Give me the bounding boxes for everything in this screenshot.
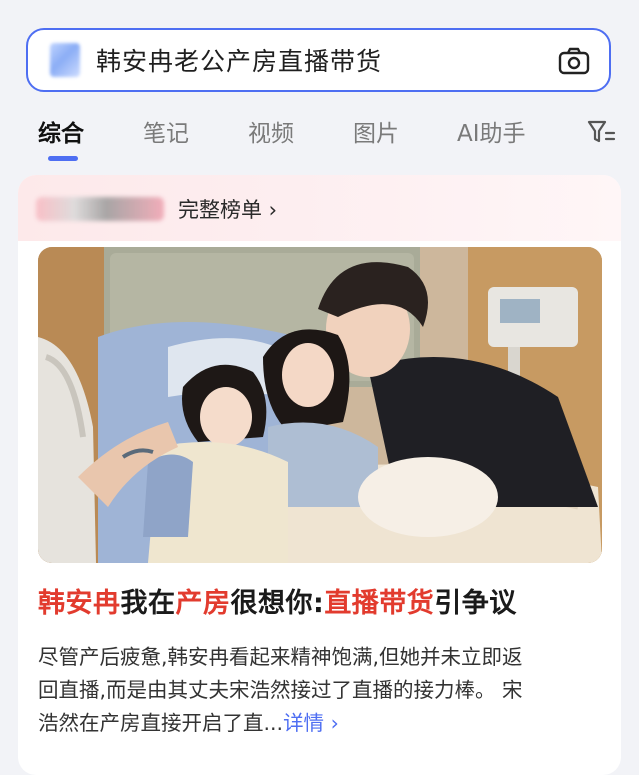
headline-highlight-name: 韩安冉 [38,588,121,619]
summary-line-3-text: 浩然在产房直接开启了直... [38,711,284,735]
search-input[interactable]: 韩安冉老公产房直播带货 [96,42,382,78]
camera-icon[interactable] [557,44,591,78]
search-bar[interactable]: 韩安冉老公产房直播带货 [26,28,611,92]
news-summary: 尽管产后疲惫,韩安冉看起来精神饱满,但她并未立即返 回直播,而是由其丈夫宋浩然接… [38,641,606,740]
search-logo-icon [50,43,80,77]
tab-video[interactable]: 视频 [248,114,294,148]
hot-list-badge [36,197,164,221]
hot-list-card[interactable]: 完整榜单 › 韩安冉我在产房很想你:直播带货引争议 尽管产后疲惫,韩安冉看起来精… [18,175,621,775]
news-headline[interactable]: 韩安冉我在产房很想你:直播带货引争议 [38,581,517,620]
filter-icon[interactable] [586,118,616,146]
full-board-link[interactable]: 完整榜单 › [178,194,277,224]
details-link[interactable]: 详情 › [283,711,339,735]
summary-line-2: 回直播,而是由其丈夫宋浩然接过了直播的接力棒。 宋 [38,678,523,702]
summary-line-3: 浩然在产房直接开启了直...详情 › [38,707,606,740]
tab-notes[interactable]: 笔记 [143,114,189,148]
status-strip [0,0,639,28]
tab-ai-assistant[interactable]: AI助手 [457,114,526,148]
headline-text-3: 引争议 [434,588,517,619]
card-header: 完整榜单 › [18,175,621,241]
active-tab-indicator [48,156,78,161]
headline-highlight-live: 直播带货 [324,588,435,619]
summary-line-1: 尽管产后疲惫,韩安冉看起来精神饱满,但她并未立即返 [38,645,523,669]
tab-images[interactable]: 图片 [353,114,399,148]
news-photo[interactable] [38,247,602,563]
headline-text-1: 我在 [120,588,176,619]
headline-text-2: 很想你: [230,588,325,619]
headline-highlight-room: 产房 [175,588,231,619]
tab-all[interactable]: 综合 [38,114,84,148]
search-tabs: 综合 笔记 视频 图片 AI助手 [0,108,639,164]
